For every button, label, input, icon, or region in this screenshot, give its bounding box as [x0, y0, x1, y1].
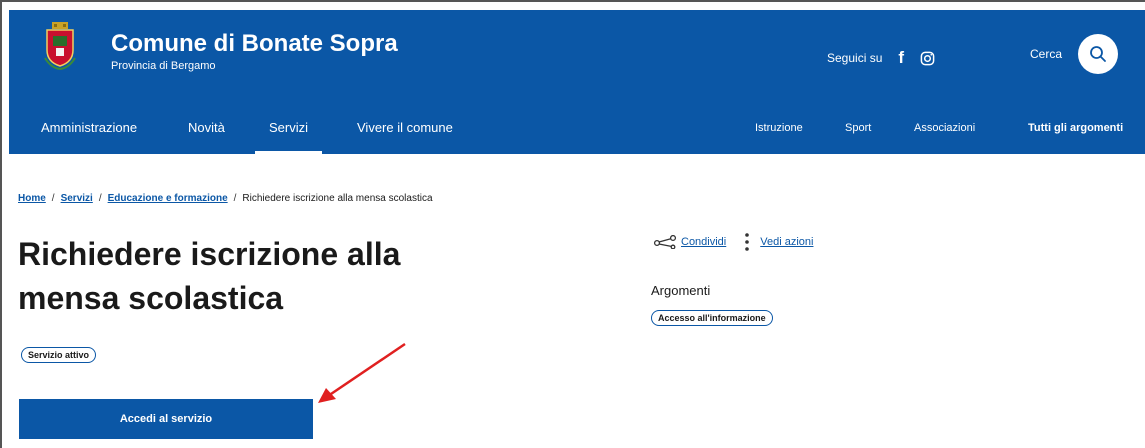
annotation-arrow-icon: [318, 342, 406, 403]
